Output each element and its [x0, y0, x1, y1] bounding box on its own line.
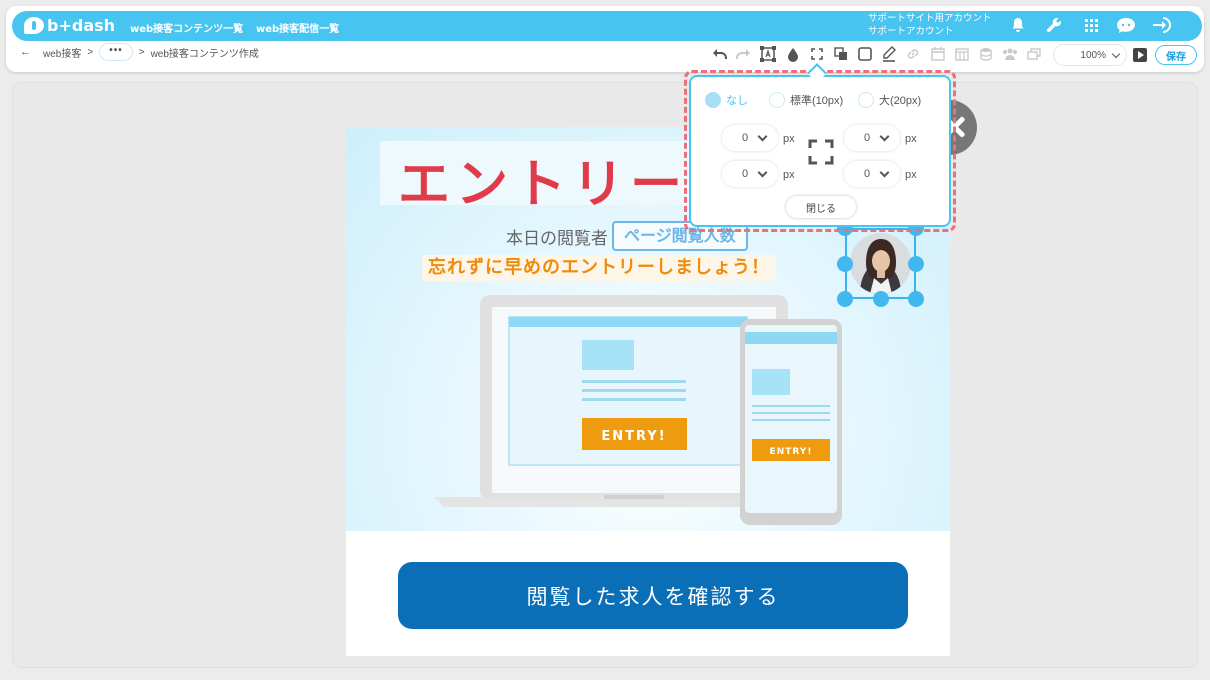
logo-icon [24, 16, 44, 34]
padding-option-none[interactable]: なし [705, 92, 748, 108]
breadcrumb-separator: > [87, 46, 94, 58]
breadcrumb-current: web接客コンテンツ作成 [150, 48, 259, 60]
padding-option-label: 標準(10px) [790, 95, 844, 107]
radio-dot-icon [858, 92, 874, 108]
padding-option-standard[interactable]: 標準(10px) [769, 92, 843, 108]
resize-handle-bottom-left[interactable] [837, 291, 853, 307]
reminder-text[interactable]: 忘れずに早めのエントリーしましょう！ [422, 255, 776, 281]
padding-popover: なし 標準(10px) 大(20px) 0 px 0 px 0 px 0 px … [689, 75, 951, 227]
padding-option-large[interactable]: 大(20px) [858, 92, 921, 108]
avatar [850, 233, 911, 294]
nav-web-content-list[interactable]: web接客コンテンツ一覧 [130, 20, 243, 35]
layer-order-icon[interactable] [832, 45, 850, 63]
users-icon[interactable] [1001, 45, 1019, 63]
fill-color-icon[interactable] [784, 45, 802, 63]
view-jobs-button[interactable]: 閲覧した求人を確認する [398, 562, 908, 629]
phone-entry-text: ENTRY! [770, 447, 813, 457]
radio-dot-icon [705, 92, 721, 108]
breadcrumb: ← web接客 > ••• > web接客コンテンツ作成 [20, 43, 259, 61]
account-site-name: サポートサイト用アカウント [868, 13, 992, 24]
padding-bottom-left-select[interactable]: 0 [722, 161, 778, 187]
account-info[interactable]: サポートサイト用アカウント サポートアカウント [868, 12, 992, 38]
wrench-icon[interactable] [1043, 15, 1065, 35]
close-popover-button[interactable]: 閉じる [786, 196, 856, 218]
unit-label: px [783, 169, 795, 181]
border-icon[interactable] [856, 45, 874, 63]
resize-handle-left[interactable] [837, 256, 853, 272]
laptop-entry-text: ENTRY! [601, 429, 666, 444]
nav-web-delivery-list[interactable]: web接客配信一覧 [256, 20, 339, 35]
zoom-select[interactable]: 100% [1053, 44, 1127, 66]
table-icon[interactable] [953, 45, 971, 63]
logo-text: b+dash [47, 15, 116, 35]
pen-icon[interactable] [880, 45, 898, 63]
chat-icon[interactable] [1115, 15, 1137, 35]
save-button[interactable]: 保存 [1155, 45, 1197, 65]
unit-label: px [905, 169, 917, 181]
padding-bottom-right-select[interactable]: 0 [844, 161, 900, 187]
padding-top-right-select[interactable]: 0 [844, 125, 900, 151]
unit-label: px [783, 133, 795, 145]
text-frame-icon[interactable] [759, 45, 777, 63]
breadcrumb-root[interactable]: web接客 [43, 45, 81, 60]
grid-icon[interactable] [1080, 15, 1102, 35]
padding-top-left-select[interactable]: 0 [722, 125, 778, 151]
logout-icon[interactable] [1151, 15, 1173, 35]
resize-handle-bottom[interactable] [873, 291, 889, 307]
padding-icon[interactable] [808, 45, 826, 63]
undo-icon[interactable] [711, 45, 729, 63]
padding-option-label: なし [726, 95, 748, 107]
preview-play-icon[interactable] [1133, 48, 1147, 62]
selected-avatar-frame[interactable] [837, 220, 924, 307]
redo-icon[interactable] [734, 45, 752, 63]
viewer-prefix: 本日の閲覧者 [506, 228, 608, 249]
account-user-name: サポートアカウント [868, 26, 954, 37]
calendar-icon[interactable] [929, 45, 947, 63]
link-icon[interactable] [904, 45, 922, 63]
back-arrow-icon[interactable]: ← [20, 46, 31, 58]
breadcrumb-more-button[interactable]: ••• [99, 43, 133, 61]
unit-label: px [905, 133, 917, 145]
entry-title[interactable]: エントリー [398, 142, 688, 217]
resize-handle-right[interactable] [908, 256, 924, 272]
padding-option-label: 大(20px) [879, 95, 922, 107]
database-icon[interactable] [977, 45, 995, 63]
bell-icon[interactable] [1007, 15, 1029, 35]
copy-icon[interactable] [1025, 45, 1043, 63]
resize-handle-bottom-right[interactable] [908, 291, 924, 307]
breadcrumb-separator: > [138, 46, 145, 58]
app-logo[interactable]: b+dash [24, 15, 115, 35]
radio-dot-icon [769, 92, 785, 108]
padding-frame-icon [808, 139, 834, 165]
